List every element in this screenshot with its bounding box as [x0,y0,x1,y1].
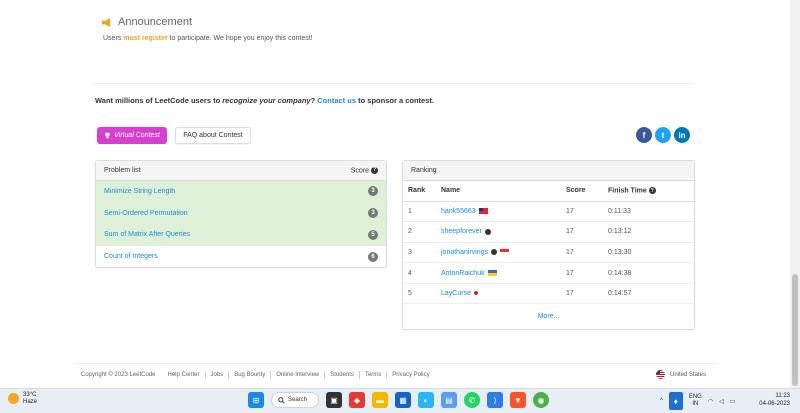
taskbar-apps: ⊞ Search ▣ ◆ ▬ ▦ ◐ ▤ ✆ ⟩ ▼ ◉ [248,392,549,408]
problem-list-header: Problem list Score? [96,161,386,181]
taskbar-search[interactable]: Search [271,392,319,408]
help-icon[interactable]: ? [648,187,656,195]
footer-link-privacy-policy[interactable]: Privacy Policy [387,372,434,378]
red-app-icon[interactable]: ◆ [349,392,365,408]
ukraine-flag-icon [487,269,497,276]
singapore-flag-icon [500,249,510,256]
problem-link[interactable]: Minimize String Length [104,188,175,195]
page-scrollbar[interactable] [790,0,800,388]
task-view-icon[interactable]: ▣ [326,392,342,408]
problem-row[interactable]: Minimize String Length 3 [96,181,386,203]
score-badge: 6 [368,251,378,262]
user-link[interactable]: LayCurse [441,290,471,297]
user-link[interactable]: jonathanirvings [441,249,488,256]
pirate-flag-icon [484,228,491,235]
footer-link-bug-bounty[interactable]: Bug Bounty [229,372,270,378]
copyright: Copyright © 2023 LeetCode [81,372,156,378]
ranking-columns: Rank Name Score Finish Time? [403,181,694,202]
footer-link-students[interactable]: Students [325,372,359,378]
pirate-flag-icon [491,249,498,256]
ranking-header: Ranking [403,161,694,181]
wifi-icon[interactable]: ◠ [708,398,713,405]
table-row: 5 LayCurse 17 0:14:57 [403,283,694,305]
footer-link-online-interview[interactable]: Online Interview [271,372,324,378]
sponsor-text: Want millions of LeetCode users to recog… [95,96,434,105]
footer-link-jobs[interactable]: Jobs [206,372,229,378]
megaphone-icon [101,17,111,27]
facebook-share-icon[interactable]: f [636,127,652,143]
locale-selector[interactable]: United States [656,370,706,379]
trophy-icon [105,132,110,139]
battery-icon[interactable]: ▭ [730,398,736,405]
announcement-title-text: Announcement [118,16,192,28]
windows-start-icon[interactable]: ⊞ [248,392,264,408]
divider [94,83,694,84]
footer-link-help-center[interactable]: Help Center [162,372,204,378]
vscode-icon[interactable]: ⟩ [487,392,503,408]
problem-link[interactable]: Sum of Matrix After Queries [104,231,190,238]
brave-icon[interactable]: ▼ [510,392,526,408]
problem-row[interactable]: Semi-Ordered Permutation 3 [96,202,386,225]
table-row: 2 sheepforever 17 0:13:12 [403,221,694,243]
problem-link[interactable]: Semi-Ordered Permutation [104,210,188,217]
score-badge: 3 [368,186,378,197]
volume-icon[interactable]: ◁ [719,398,724,405]
system-tray: ^ ♦ ENG IN ◠ ◁ ▭ [660,392,735,410]
sun-icon [8,393,19,405]
contact-us-link[interactable]: Contact us [317,96,356,105]
chrome-icon[interactable]: ◉ [533,392,549,408]
footer-divider [74,363,718,364]
problem-row[interactable]: Count of Integers 6 [96,246,386,268]
scrollbar-thumb[interactable] [792,274,798,386]
announcement-text: Users must register to participate. We h… [103,35,313,42]
photos-icon[interactable]: ▤ [441,392,457,408]
taiwan-flag-icon [478,207,488,214]
table-row: 4 AntonRaichuk 17 0:14:38 [403,262,694,284]
microphone-icon[interactable]: ♦ [668,392,683,410]
clock[interactable]: 11:23 04-06-2023 [759,393,790,409]
table-row: 3 jonathanirvings 17 0:13:30 [403,242,694,264]
announcement-title: Announcement [101,16,192,28]
weather-widget[interactable]: 33°C Haze [8,392,37,405]
help-icon[interactable]: ? [371,166,378,174]
ranking-table: Rank Name Score Finish Time? 1 hank55663… [403,181,694,305]
linkedin-share-icon[interactable]: in [674,127,690,143]
more-link[interactable]: More... [403,304,694,328]
store-icon[interactable]: ▦ [395,392,411,408]
windows-taskbar: 33°C Haze ⊞ Search ▣ ◆ ▬ ▦ ◐ ▤ ✆ ⟩ ▼ ◉ ^ … [0,388,800,413]
score-badge: 5 [368,229,378,240]
language-indicator[interactable]: ENG IN [689,394,702,407]
user-link[interactable]: hank55663 [441,208,476,215]
user-link[interactable]: sheepforever [441,228,482,235]
virtual-contest-button[interactable]: Virtual Contest [97,127,167,144]
file-explorer-icon[interactable]: ▬ [372,392,388,408]
footer: Copyright © 2023 LeetCode Help Center Jo… [81,371,435,379]
japan-flag-icon [473,291,478,296]
table-row: 1 hank55663 17 0:11:33 [403,201,694,223]
must-register-text: must register [123,35,168,42]
problem-link[interactable]: Count of Integers [104,253,158,260]
chevron-up-icon[interactable]: ^ [660,398,663,404]
twitter-share-icon[interactable]: t [655,127,671,143]
us-flag-icon [656,370,665,379]
problem-row[interactable]: Sum of Matrix After Queries 5 [96,224,386,247]
user-link[interactable]: AntonRaichuk [441,270,485,277]
ranking-panel: Ranking Rank Name Score Finish Time? 1 h… [402,160,695,330]
problem-list-panel: Problem list Score? Minimize String Leng… [95,160,387,268]
whatsapp-icon[interactable]: ✆ [464,392,480,408]
footer-link-terms[interactable]: Terms [360,372,386,378]
search-icon [278,396,285,404]
faq-button[interactable]: FAQ about Contest [175,127,251,144]
edge-icon[interactable]: ◐ [418,392,434,408]
score-badge: 3 [368,208,378,219]
contest-page: Announcement Users must register to part… [0,0,790,388]
